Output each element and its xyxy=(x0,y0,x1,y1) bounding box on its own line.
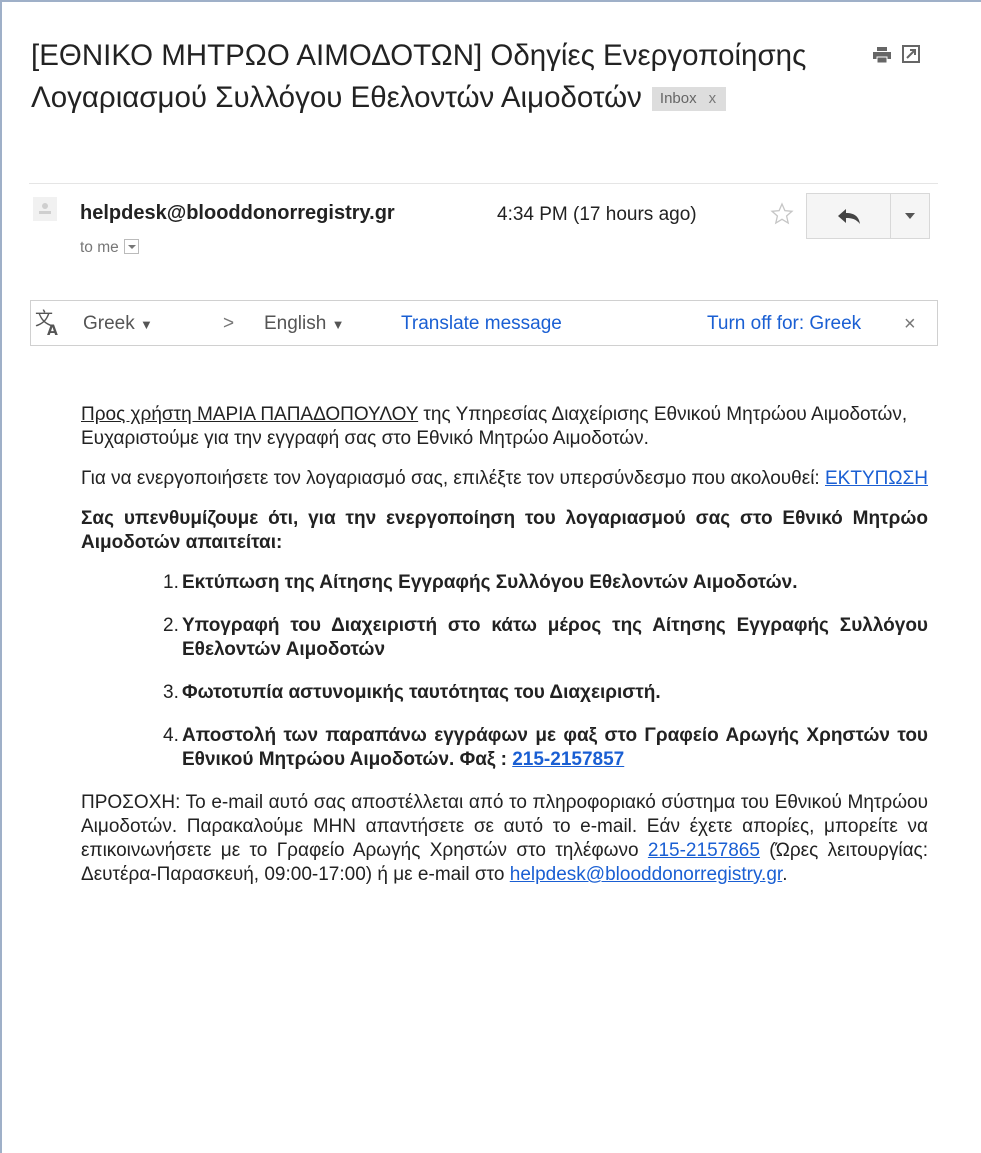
translate-icon: 文 A xyxy=(35,309,58,339)
recipient-text: to me xyxy=(80,239,119,256)
list-item: 2. Υπογραφή του Διαχειριστή στο κάτω μέρο… xyxy=(81,614,928,662)
list-item-number: 3. xyxy=(163,682,179,703)
notice-paragraph: ΠΡΟΣΟΧΗ: Το e-mail αυτό σας αποστέλλεται… xyxy=(81,791,928,887)
details-dropdown-button[interactable] xyxy=(123,239,139,254)
more-actions-button[interactable] xyxy=(890,193,930,239)
turn-off-translation-link[interactable]: Turn off for: Greek xyxy=(707,312,861,336)
print-icon[interactable] xyxy=(872,46,892,64)
helpdesk-email-link[interactable]: helpdesk@blooddonorregistry.gr xyxy=(510,864,782,885)
list-item-text: Φωτοτυπία αστυνομικής ταυτότητας του Δια… xyxy=(182,682,661,703)
list-item: 1. Εκτύπωση της Αίτησης Εγγραφής Συλλόγου… xyxy=(81,571,928,595)
greeting-recipient: Προς χρήστη ΜΑΡΙΑ ΠΑΠΑΔΟΠΟΥΛΟΥ xyxy=(81,404,419,425)
reminder-paragraph: Σας υπενθυμίζουμε ότι, για την ενεργοποί… xyxy=(81,508,928,553)
list-item-number: 1. xyxy=(163,572,179,593)
email-subject: [ΕΘΝΙΚΟ ΜΗΤΡΩΟ ΑΙΜΟΔΟΤΩΝ] Οδηγίες Ενεργο… xyxy=(31,35,861,119)
window-top-border xyxy=(0,0,981,2)
list-item-number: 4. xyxy=(163,725,179,746)
target-dropdown-icon: ▼ xyxy=(331,317,345,332)
translate-message-link[interactable]: Translate message xyxy=(401,312,562,336)
list-item: 3. Φωτοτυπία αστυνομικής ταυτότητας του Δ… xyxy=(81,681,928,705)
notice-end: . xyxy=(782,864,788,885)
source-dropdown-icon: ▼ xyxy=(140,317,153,332)
list-item-text: Υπογραφή του Διαχειριστή στο κάτω μέρος … xyxy=(182,615,928,660)
chevron-down-icon xyxy=(905,213,915,219)
star-icon[interactable] xyxy=(770,202,794,226)
reply-icon xyxy=(838,209,860,224)
avatar xyxy=(33,197,57,221)
inbox-label-text: Inbox xyxy=(659,90,697,107)
phone-number-link[interactable]: 215-2157865 xyxy=(648,840,760,861)
source-language-text: Greek xyxy=(83,313,135,334)
svg-text:A: A xyxy=(47,323,58,339)
greeting-paragraph: Προς χρήστη ΜΑΡΙΑ ΠΑΠΑΔΟΠΟΥΛΟΥ της Υπηρε… xyxy=(81,403,928,451)
list-item-text: Εκτύπωση της Αίτησης Εγγραφής Συλλόγου Ε… xyxy=(182,572,798,593)
translate-arrow-icon: > xyxy=(223,313,235,334)
recipient-line: to me xyxy=(80,239,139,257)
header-divider xyxy=(29,183,938,184)
activation-text: Για να ενεργοποιήσετε τον λογαριασμό σας… xyxy=(81,468,825,489)
list-item: 4. Αποστολή των παραπάνω εγγράφων με φαξ … xyxy=(81,724,928,772)
window-left-border xyxy=(0,0,2,1153)
sender-email[interactable]: helpdesk@blooddonorregistry.gr xyxy=(80,202,455,225)
reply-button[interactable] xyxy=(806,193,890,239)
list-item-number: 2. xyxy=(163,615,179,636)
email-timestamp: 4:34 PM (17 hours ago) xyxy=(497,204,697,225)
translate-bar: 文 A Greek ▼ > English ▼ Translate messag… xyxy=(30,300,938,346)
new-window-icon[interactable] xyxy=(902,45,920,63)
target-language-select[interactable]: English ▼ xyxy=(264,312,344,337)
requirements-list: 1. Εκτύπωση της Αίτησης Εγγραφής Συλλόγου… xyxy=(81,571,928,772)
activation-paragraph: Για να ενεργοποιήσετε τον λογαριασμό σας… xyxy=(81,467,928,491)
source-language-select[interactable]: Greek ▼ xyxy=(83,312,153,337)
close-translate-bar-icon[interactable]: × xyxy=(904,312,916,336)
print-activation-link[interactable]: ΕΚΤΥΠΩΣΗ xyxy=(825,468,928,489)
fax-number-link[interactable]: 215-2157857 xyxy=(512,749,624,770)
email-body: Προς χρήστη ΜΑΡΙΑ ΠΑΠΑΔΟΠΟΥΛΟΥ της Υπηρε… xyxy=(81,403,928,887)
remove-label-button[interactable]: x xyxy=(709,90,717,107)
inbox-label[interactable]: Inbox x xyxy=(651,87,727,111)
target-language-text: English xyxy=(264,313,327,334)
